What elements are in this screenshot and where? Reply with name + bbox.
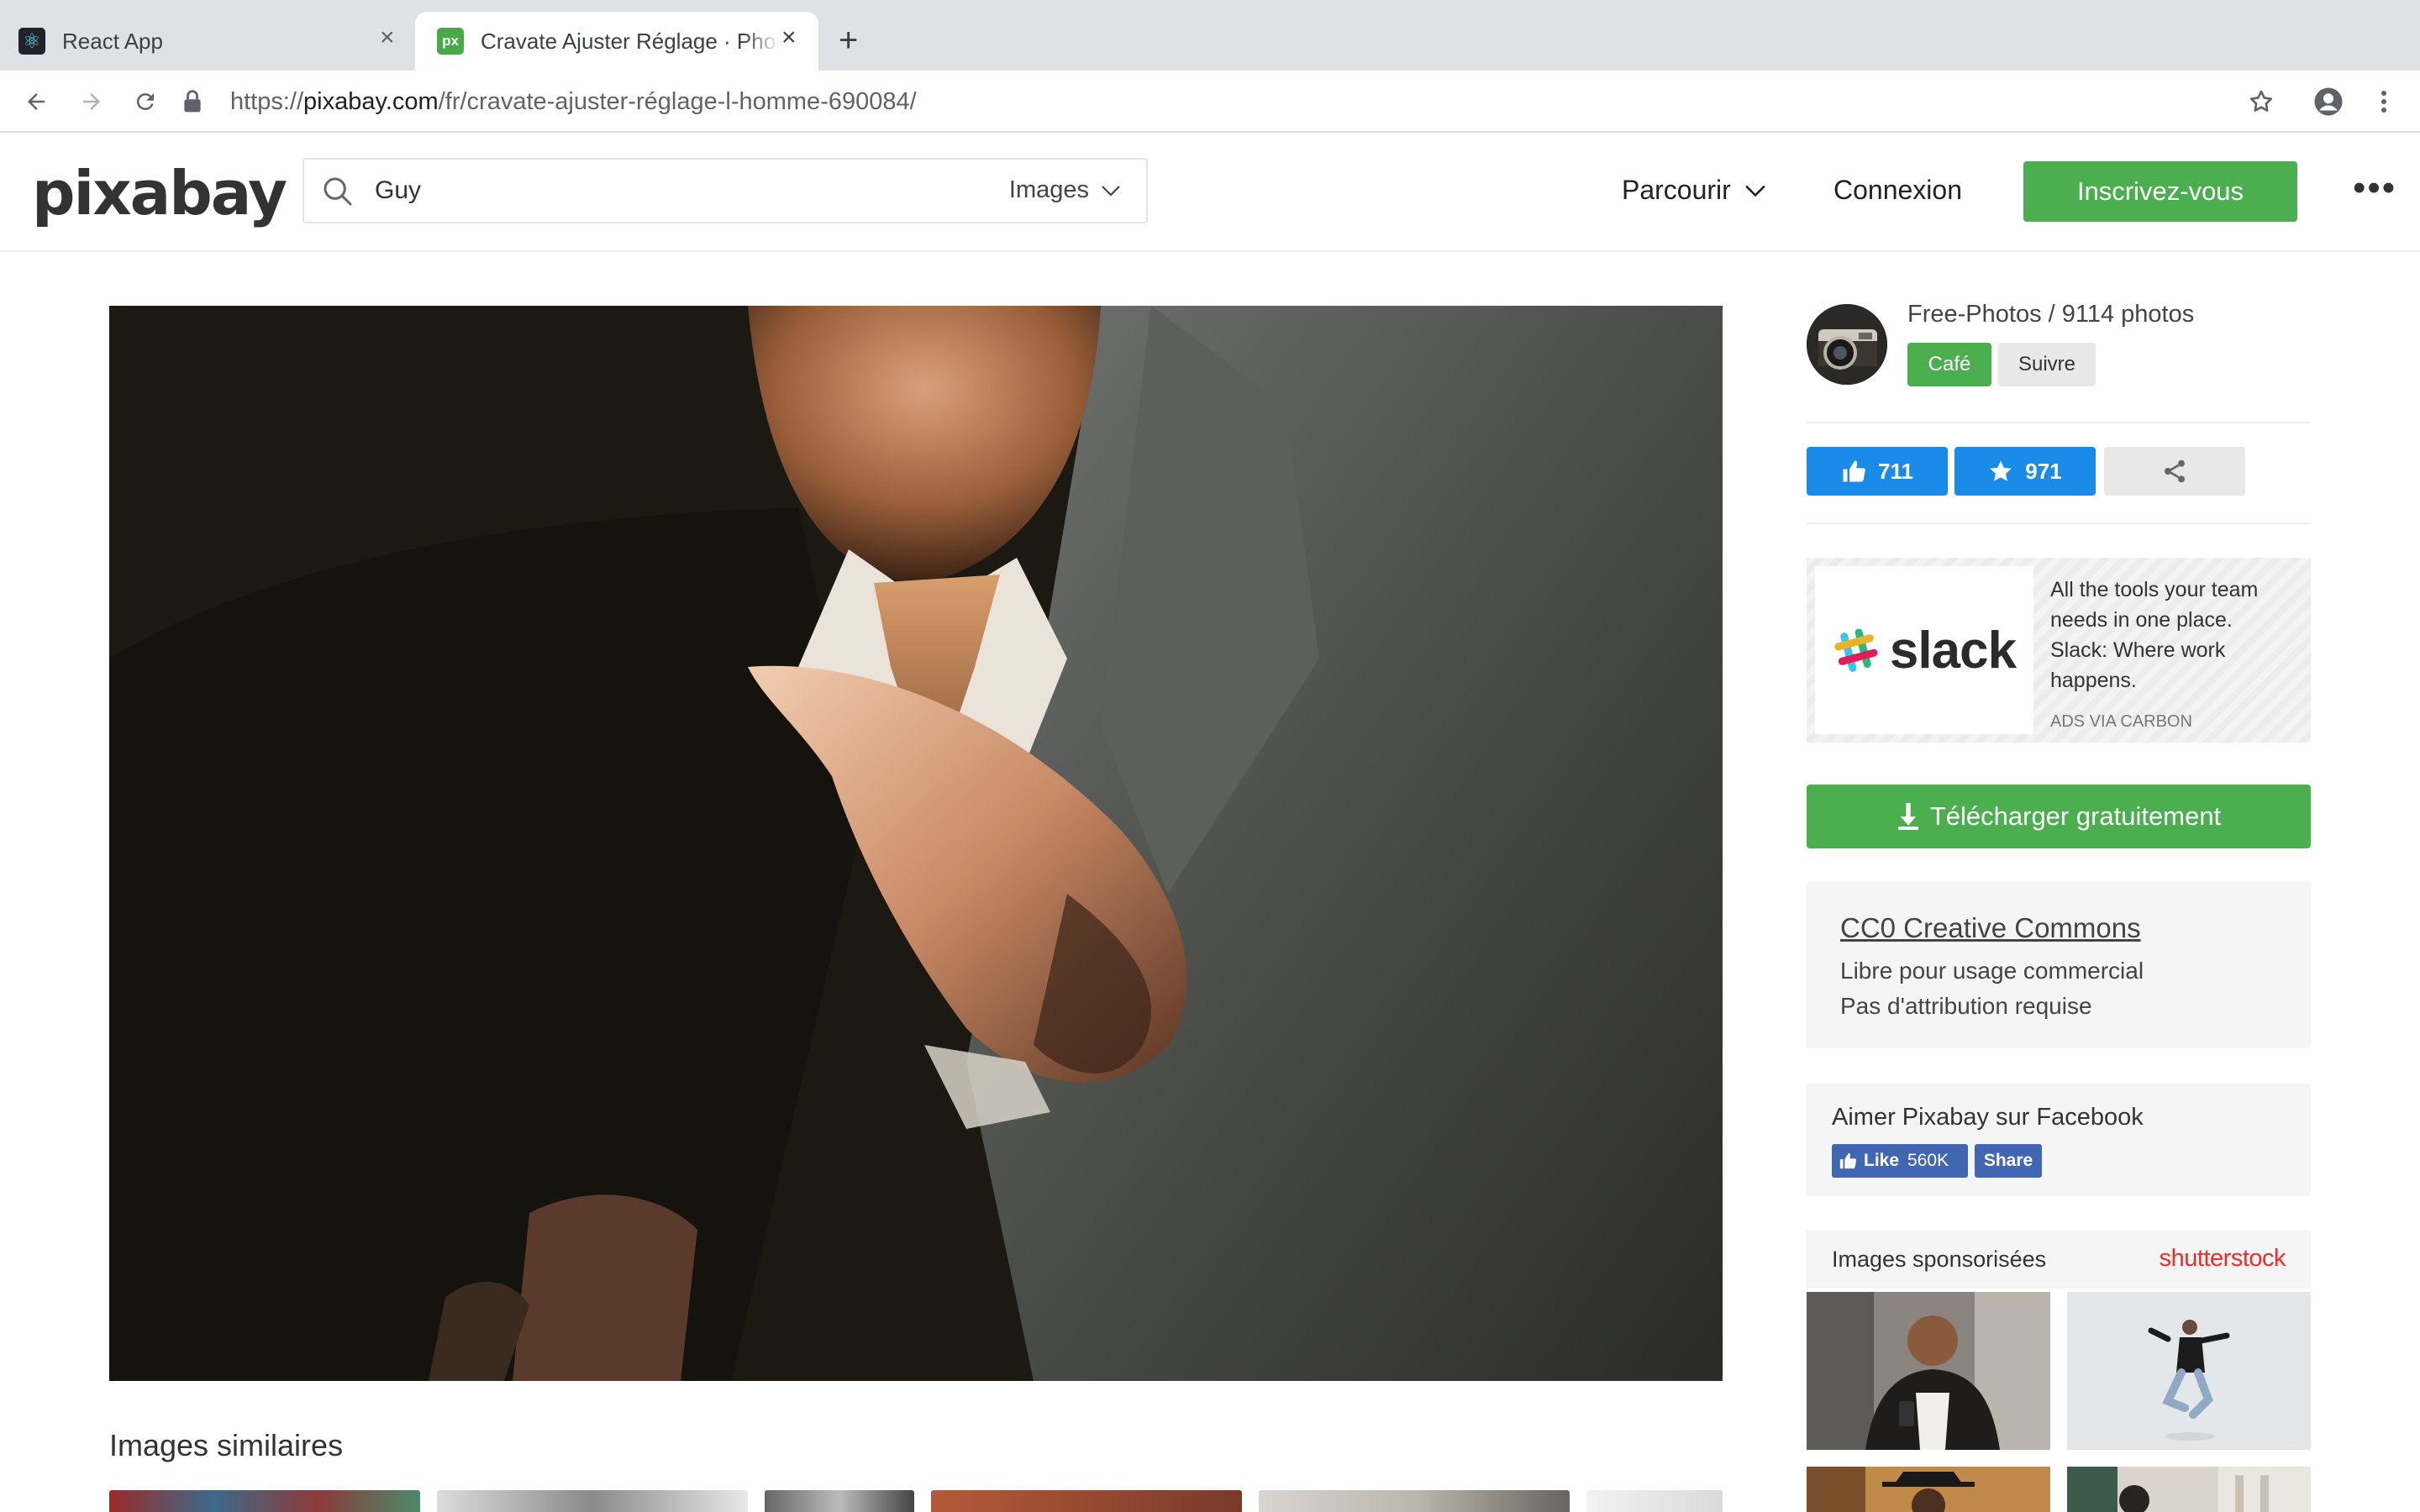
author-name[interactable]: Free-Photos / 9114 photos	[1907, 301, 2194, 328]
share-icon	[2165, 459, 2185, 483]
thumbs-up-icon	[1843, 460, 1865, 482]
sponsored-image[interactable]	[1807, 1467, 2050, 1512]
back-arrow-icon[interactable]	[18, 84, 54, 119]
browser-tab-bar: ⚛ React App × px Cravate Ajuster Réglage…	[0, 0, 2420, 71]
favorite-count: 971	[2025, 458, 2062, 484]
star-icon	[1990, 460, 2012, 481]
similar-images-title: Images similaires	[109, 1428, 344, 1462]
ad-via-label[interactable]: ADS VIA CARBON	[2050, 712, 2192, 732]
facebook-title: Aimer Pixabay sur Facebook	[1832, 1104, 2144, 1131]
divider	[1807, 422, 2311, 423]
thumbs-up-icon	[1839, 1152, 1857, 1169]
search-bar[interactable]: Guy Images	[302, 158, 1148, 223]
similar-thumbnail[interactable]	[437, 1490, 748, 1512]
chevron-down-icon	[1745, 185, 1765, 197]
close-tab-icon[interactable]: ×	[380, 25, 395, 50]
carbon-ad[interactable]: slack All the tools your team needs in o…	[1807, 558, 2311, 743]
similar-images-strip	[109, 1490, 1723, 1512]
close-tab-icon[interactable]: ×	[781, 25, 797, 50]
license-link[interactable]: CC0 Creative Commons	[1840, 912, 2141, 944]
facebook-box: Aimer Pixabay sur Facebook Like 560K Sha…	[1807, 1084, 2311, 1196]
search-type-select[interactable]: Images	[1009, 176, 1121, 204]
sponsored-image[interactable]	[2067, 1467, 2311, 1512]
facebook-share-button[interactable]: Share	[1975, 1144, 2042, 1178]
tab-title: React App	[62, 28, 163, 54]
license-attribution: Pas d'attribution requise	[1840, 993, 2092, 1019]
download-label: Télécharger gratuitement	[1929, 801, 2222, 831]
tab-pixabay[interactable]: px Cravate Ajuster Réglage · Photo ×	[415, 12, 818, 71]
similar-thumbnail[interactable]	[1586, 1490, 1723, 1512]
download-button[interactable]: Télécharger gratuitement	[1807, 785, 2311, 848]
search-icon[interactable]	[321, 175, 355, 213]
similar-thumbnail[interactable]	[109, 1490, 420, 1512]
like-button[interactable]: 711	[1807, 447, 1948, 496]
react-favicon-icon: ⚛	[18, 28, 45, 55]
address-bar[interactable]: https://pixabay.com/fr/cravate-ajuster-r…	[183, 82, 917, 121]
facebook-like-button[interactable]: Like 560K	[1832, 1144, 1968, 1178]
similar-thumbnail[interactable]	[765, 1490, 914, 1512]
sponsored-header: Images sponsorisées shutterstock	[1807, 1230, 2311, 1289]
sponsored-image[interactable]	[1807, 1292, 2050, 1450]
chevron-down-icon	[1102, 185, 1120, 197]
search-type-label: Images	[1008, 176, 1089, 203]
divider	[1807, 522, 2311, 524]
sponsored-image[interactable]	[2067, 1292, 2311, 1450]
pixabay-favicon-icon: px	[437, 28, 464, 55]
browser-menu-icon[interactable]	[2366, 84, 2402, 119]
slack-wordmark: slack	[1889, 621, 2017, 680]
favorite-button[interactable]: 971	[1954, 447, 2096, 496]
author-avatar[interactable]	[1807, 304, 1887, 385]
cafe-button[interactable]: Café	[1907, 343, 1991, 386]
url-path: /fr/cravate-ajuster-réglage-l-homme-6900…	[438, 87, 917, 115]
like-count: 711	[1878, 458, 1913, 484]
new-tab-button[interactable]: +	[839, 24, 858, 57]
similar-thumbnail[interactable]	[1259, 1490, 1570, 1512]
follow-button[interactable]: Suivre	[1998, 343, 2096, 386]
facebook-like-label: Like	[1864, 1151, 1900, 1170]
camera-icon	[1807, 304, 1887, 385]
signup-button[interactable]: Inscrivez-vous	[2023, 161, 2297, 222]
login-link[interactable]: Connexion	[1833, 175, 1962, 206]
download-icon	[1897, 803, 1918, 830]
forward-arrow-icon[interactable]	[74, 84, 109, 119]
url-scheme: https://	[230, 87, 304, 115]
browse-label: Parcourir	[1622, 175, 1731, 205]
reload-icon[interactable]	[128, 84, 163, 119]
url-host: pixabay.com	[303, 87, 439, 115]
browser-toolbar: https://pixabay.com/fr/cravate-ajuster-r…	[0, 71, 2420, 133]
license-commercial: Libre pour usage commercial	[1840, 958, 2144, 984]
browse-menu[interactable]: Parcourir	[1622, 175, 1766, 206]
tab-react-app[interactable]: ⚛ React App ×	[18, 12, 402, 71]
facebook-like-count: 560K	[1907, 1151, 1949, 1170]
photo-illustration	[109, 306, 1723, 1381]
similar-thumbnail[interactable]	[931, 1490, 1242, 1512]
pixabay-logo[interactable]: pixabay	[32, 158, 287, 228]
more-options-icon[interactable]: •••	[2353, 170, 2396, 207]
slack-logo[interactable]: slack	[1815, 566, 2033, 734]
bookmark-star-icon[interactable]	[2244, 84, 2279, 119]
profile-avatar-icon[interactable]	[2311, 84, 2346, 119]
share-button[interactable]	[2104, 447, 2245, 496]
search-input[interactable]: Guy	[375, 176, 421, 205]
slack-hash-icon	[1834, 628, 1878, 672]
license-box: CC0 Creative Commons Libre pour usage co…	[1807, 882, 2311, 1048]
shutterstock-logo[interactable]: shutterstock	[2160, 1245, 2286, 1273]
ad-text[interactable]: All the tools your team needs in one pla…	[2050, 575, 2294, 696]
main-photo[interactable]	[109, 306, 1723, 1381]
sponsored-title: Images sponsorisées	[1832, 1247, 2047, 1272]
site-header: pixabay Guy Images Parcourir Connexion I…	[0, 133, 2420, 252]
tab-title: Cravate Ajuster Réglage · Photo	[481, 28, 780, 54]
lock-icon	[183, 86, 208, 118]
